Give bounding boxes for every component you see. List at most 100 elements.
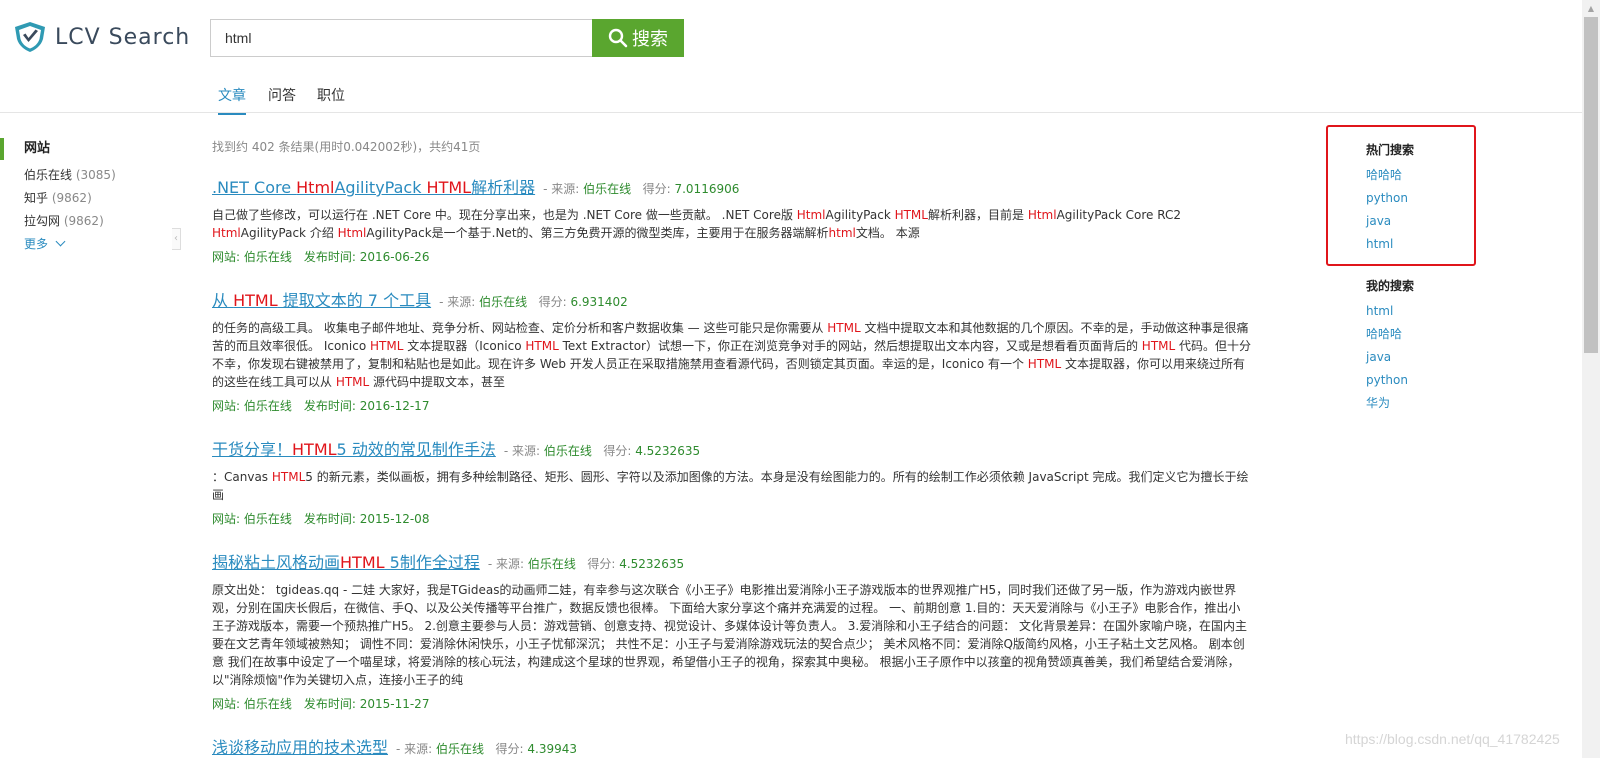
hot-search-item[interactable]: html bbox=[1366, 233, 1414, 256]
sidebar-more-label: 更多 bbox=[24, 237, 49, 251]
page-scrollbar[interactable]: ▲ bbox=[1582, 0, 1600, 758]
keyword-highlight: Html bbox=[296, 178, 335, 197]
keyword-highlight: Html bbox=[1027, 208, 1057, 222]
result-summary: 找到约 402 条结果(用时0.042002秒)，共约41页 bbox=[212, 140, 481, 154]
tab-qa[interactable]: 问答 bbox=[268, 85, 296, 113]
result-site: 网站: 伯乐在线 bbox=[212, 399, 292, 413]
result-title-link[interactable]: 浅谈移动应用的技术选型 bbox=[212, 734, 388, 758]
sidebar-item-label: 伯乐在线 bbox=[24, 168, 73, 182]
keyword-highlight: Html bbox=[796, 208, 826, 222]
result-source: 伯乐在线 bbox=[436, 742, 485, 756]
my-search-item[interactable]: 哈哈哈 bbox=[1366, 323, 1414, 346]
scrollbar-thumb[interactable] bbox=[1584, 17, 1598, 353]
chevron-left-icon: ‹ bbox=[174, 233, 178, 244]
result-meta: - 来源: 伯乐在线 得分: 6.931402 bbox=[439, 295, 628, 309]
result-footer: 网站: 伯乐在线 发布时间: 2015-12-08 bbox=[212, 510, 1252, 527]
tab-articles[interactable]: 文章 bbox=[218, 85, 246, 115]
result-site: 网站: 伯乐在线 bbox=[212, 512, 292, 526]
result-score: 6.931402 bbox=[570, 295, 628, 309]
logo[interactable]: LCV Search bbox=[13, 20, 190, 54]
result-date: 发布时间: 2016-06-26 bbox=[303, 250, 430, 264]
result-score: 7.0116906 bbox=[674, 182, 740, 196]
result-score: 4.39943 bbox=[527, 742, 578, 756]
tabs-bar: 文章 问答 职位 bbox=[0, 76, 1582, 115]
result-source: 伯乐在线 bbox=[543, 444, 592, 458]
my-search-item[interactable]: python bbox=[1366, 369, 1414, 392]
sidebar-more-link[interactable]: 更多 bbox=[0, 233, 170, 256]
keyword-highlight: HTML bbox=[1027, 357, 1062, 371]
header: LCV Search 搜索 bbox=[0, 0, 1582, 76]
result-site: 网站: 伯乐在线 bbox=[212, 697, 292, 711]
result-source: 伯乐在线 bbox=[479, 295, 528, 309]
result-title-link[interactable]: .NET Core HtmlAgilityPack HTML解析利器 bbox=[212, 174, 535, 198]
chevron-down-icon bbox=[55, 236, 66, 247]
hot-search-title: 热门搜索 bbox=[1366, 143, 1415, 157]
sidebar-item-label: 拉勾网 bbox=[24, 214, 61, 228]
scroll-up-arrow-icon[interactable]: ▲ bbox=[1582, 0, 1600, 17]
my-search-item[interactable]: 华为 bbox=[1366, 392, 1414, 415]
my-search-item[interactable]: html bbox=[1366, 300, 1414, 323]
result-source: 伯乐在线 bbox=[583, 182, 632, 196]
result-source: 伯乐在线 bbox=[527, 557, 576, 571]
keyword-highlight: HTML bbox=[271, 470, 306, 484]
result-snippet: 自己做了些修改，可以运行在 .NET Core 中。现在分享出来，也是为 .NE… bbox=[212, 208, 1181, 240]
result-site: 网站: 伯乐在线 bbox=[212, 250, 292, 264]
site-filter-sidebar: 网站 伯乐在线 (3085) 知乎 (9862) 拉勾网 (9862) 更多 bbox=[0, 138, 170, 256]
keyword-highlight: HTML bbox=[340, 553, 385, 572]
my-search-panel: 我的搜索 html 哈哈哈 java python 华为 bbox=[1366, 277, 1414, 415]
sidebar-heading: 网站 bbox=[0, 138, 170, 160]
sidebar-collapse-toggle[interactable]: ‹ bbox=[172, 228, 181, 250]
result-item: 揭秘粘土风格动画HTML 5制作全过程 - 来源: 伯乐在线 得分: 4.523… bbox=[212, 549, 1252, 712]
search-button[interactable]: 搜索 bbox=[592, 19, 684, 57]
result-title-link[interactable]: 揭秘粘土风格动画HTML 5制作全过程 bbox=[212, 549, 480, 573]
result-item: 从 HTML 提取文本的 7 个工具 - 来源: 伯乐在线 得分: 6.9314… bbox=[212, 287, 1252, 414]
hot-search-panel: 热门搜索 哈哈哈 python java html bbox=[1366, 141, 1414, 256]
result-score: 4.5232635 bbox=[635, 444, 701, 458]
shield-logo-icon bbox=[15, 22, 45, 52]
result-date: 发布时间: 2016-12-17 bbox=[303, 399, 430, 413]
sidebar-item-lagou[interactable]: 拉勾网 (9862) bbox=[0, 210, 170, 233]
result-meta: - 来源: 伯乐在线 得分: 4.5232635 bbox=[503, 444, 701, 458]
result-footer: 网站: 伯乐在线 发布时间: 2016-12-17 bbox=[212, 397, 1252, 414]
result-title-link[interactable]: 干货分享！HTML5 动效的常见制作手法 bbox=[212, 436, 496, 460]
result-meta: - 来源: 伯乐在线 得分: 4.39943 bbox=[396, 742, 578, 756]
result-date: 发布时间: 2015-12-08 bbox=[303, 512, 430, 526]
keyword-highlight: HTML bbox=[894, 208, 928, 222]
keyword-highlight: Html bbox=[212, 226, 241, 240]
keyword-highlight: html bbox=[828, 226, 856, 240]
sidebar-item-label: 知乎 bbox=[24, 191, 49, 205]
result-item: 干货分享！HTML5 动效的常见制作手法 - 来源: 伯乐在线 得分: 4.52… bbox=[212, 436, 1252, 527]
keyword-highlight: HTML bbox=[426, 178, 472, 197]
result-meta: - 来源: 伯乐在线 得分: 4.5232635 bbox=[487, 557, 685, 571]
result-date: 发布时间: 2015-11-27 bbox=[303, 697, 430, 711]
tab-jobs[interactable]: 职位 bbox=[317, 85, 345, 113]
hot-search-item[interactable]: 哈哈哈 bbox=[1366, 164, 1414, 187]
keyword-highlight: HTML bbox=[525, 339, 559, 353]
hot-search-item[interactable]: python bbox=[1366, 187, 1414, 210]
sidebar-item-count: (9862) bbox=[51, 191, 92, 205]
result-snippet: ：Canvas HTML5 的新元素，类似画板，拥有多种绘制路径、矩形、圆形、字… bbox=[212, 470, 1249, 502]
search-button-label: 搜索 bbox=[632, 29, 668, 50]
hot-search-item[interactable]: java bbox=[1366, 210, 1414, 233]
sidebar-item-count: (3085) bbox=[75, 168, 116, 182]
keyword-highlight: HTML bbox=[827, 321, 861, 335]
sidebar-item-jobbole[interactable]: 伯乐在线 (3085) bbox=[0, 164, 170, 187]
search-input[interactable] bbox=[210, 19, 592, 57]
logo-text: LCV Search bbox=[55, 24, 191, 50]
my-search-item[interactable]: java bbox=[1366, 346, 1414, 369]
result-snippet: 的任务的高级工具。 收集电子邮件地址、竞争分析、网站检查、定价分析和客户数据收集… bbox=[212, 321, 1252, 389]
result-score: 4.5232635 bbox=[619, 557, 685, 571]
keyword-highlight: Html bbox=[337, 226, 367, 240]
sidebar-item-count: (9862) bbox=[63, 214, 104, 228]
result-item: .NET Core HtmlAgilityPack HTML解析利器 - 来源:… bbox=[212, 174, 1252, 265]
results-list: 找到约 402 条结果(用时0.042002秒)，共约41页 .NET Core… bbox=[212, 138, 1252, 758]
keyword-highlight: HTML bbox=[370, 339, 404, 353]
sidebar-item-zhihu[interactable]: 知乎 (9862) bbox=[0, 187, 170, 210]
result-item: 浅谈移动应用的技术选型 - 来源: 伯乐在线 得分: 4.39943 bbox=[212, 734, 1252, 758]
result-footer: 网站: 伯乐在线 发布时间: 2015-11-27 bbox=[212, 695, 1252, 712]
keyword-highlight: HTML bbox=[335, 375, 370, 389]
search-icon bbox=[608, 28, 628, 48]
result-title-link[interactable]: 从 HTML 提取文本的 7 个工具 bbox=[212, 287, 431, 311]
watermark: https://blog.csdn.net/qq_41782425 bbox=[1345, 731, 1560, 747]
result-snippet: 原文出处： tgideas.qq - 二娃 大家好，我是TGideas的动画师二… bbox=[212, 583, 1248, 687]
